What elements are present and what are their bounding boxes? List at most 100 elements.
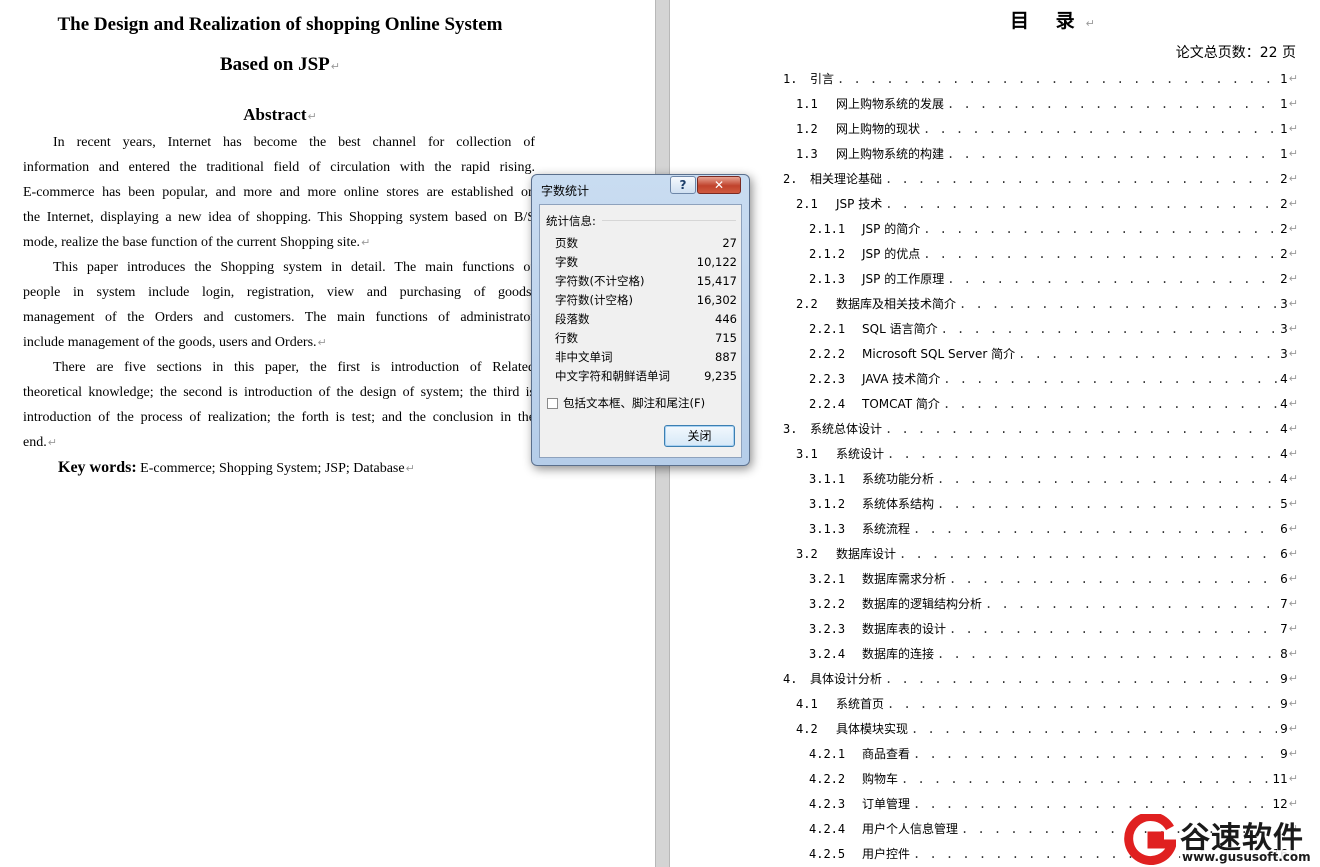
toc-entry[interactable]: 3.2.4数据库的连接8↵ [670, 641, 1298, 666]
toc-entry[interactable]: 4.2.1商品查看9↵ [670, 741, 1298, 766]
toc-entry[interactable]: 2.2.1SQL 语言简介3↵ [670, 316, 1298, 341]
stat-value: 887 [715, 349, 737, 364]
toc-leader-dots [949, 622, 1277, 636]
toc-entry-text: 用户控件 [862, 847, 911, 861]
toc-entry[interactable]: 1.2网上购物的现状1↵ [670, 116, 1298, 141]
toc-entry[interactable]: 1.引言1↵ [670, 66, 1298, 91]
toc-entry-page: 9 [1280, 721, 1288, 736]
stat-label: 段落数 [555, 311, 590, 326]
toc-entry-page: 7 [1280, 621, 1288, 636]
toc-entry-number: 2.1 [796, 196, 818, 211]
toc-entry-text: 网上购物系统的构建 [836, 147, 945, 161]
abstract-line: the Internet, displaying a new idea of s… [23, 210, 535, 225]
abstract-line: people in system include login, registra… [23, 285, 535, 300]
toc-entry[interactable]: 1.3网上购物系统的构建1↵ [670, 141, 1298, 166]
toc-entry[interactable]: 2.1.3JSP 的工作原理2↵ [670, 266, 1298, 291]
toc-entry-page: 11 [1272, 771, 1288, 786]
paper-title-line1: The Design and Realization of shopping O… [57, 14, 503, 35]
toc-leader-dots [923, 222, 1277, 236]
toc-entry[interactable]: 3.1.2系统体系结构5↵ [670, 491, 1298, 516]
toc-entry-text: 数据库需求分析 [862, 572, 947, 586]
toc-entry[interactable]: 2.相关理论基础2↵ [670, 166, 1298, 191]
include-textboxes-option[interactable]: 包括文本框、脚注和尾注(F) [547, 395, 705, 411]
toc-entry-page: 12 [1272, 796, 1288, 811]
stat-label: 页数 [555, 235, 578, 250]
toc-entry-page: 9 [1280, 671, 1288, 686]
abstract-line: In recent years, Internet has become the… [53, 135, 535, 150]
toc-leader-dots [899, 547, 1277, 561]
toc-entry-text: 数据库表的设计 [862, 622, 947, 636]
toc-leader-dots [887, 447, 1277, 461]
toc-entry[interactable]: 3.2数据库设计6↵ [670, 541, 1298, 566]
toc-leader-dots [937, 497, 1277, 511]
stat-label: 字符数(不计空格) [555, 273, 645, 288]
toc-entry-text: JSP 的工作原理 [862, 272, 945, 286]
toc-entry[interactable]: 2.2.2Microsoft SQL Server 简介3↵ [670, 341, 1298, 366]
include-textboxes-checkbox[interactable] [547, 397, 558, 409]
toc-entry-page: 6 [1280, 571, 1288, 586]
toc-entry[interactable]: 2.2.4TOMCAT 简介4↵ [670, 391, 1298, 416]
toc-entry[interactable]: 2.1JSP 技术2↵ [670, 191, 1298, 216]
toc-entry[interactable]: 4.2.2购物车11↵ [670, 766, 1298, 791]
toc-leader-dots [887, 697, 1277, 711]
word-count-dialog: 字数统计 ? ✕ 统计信息: 页数 27 字数 10,122 字符数(不计空格) 15,4… [531, 174, 750, 466]
toc-entry-number: 2. [783, 171, 798, 186]
stat-value: 16,302 [696, 292, 737, 307]
toc-entry[interactable]: 4.具体设计分析9↵ [670, 666, 1298, 691]
toc-entry[interactable]: 3.系统总体设计4↵ [670, 416, 1298, 441]
toc-entry-number: 4. [783, 671, 798, 686]
close-icon[interactable]: ✕ [697, 176, 741, 194]
toc-entry-text: 数据库设计 [836, 547, 897, 561]
paper-title-line2: Based on JSP↵ [219, 54, 341, 75]
toc-entry[interactable]: 3.2.3数据库表的设计7↵ [670, 616, 1298, 641]
toc-entry-text: TOMCAT 简介 [862, 397, 940, 411]
toc-entry-page: 2 [1280, 171, 1288, 186]
toc-entry[interactable]: 3.2.1数据库需求分析6↵ [670, 566, 1298, 591]
toc-entry-number: 4.2 [796, 721, 818, 736]
stat-row: 行数 715 [555, 328, 737, 347]
toc-entry[interactable]: 4.2具体模块实现9↵ [670, 716, 1298, 741]
toc-leader-dots [947, 272, 1277, 286]
toc-entry[interactable]: 3.1.3系统流程6↵ [670, 516, 1298, 541]
toc-entry[interactable]: 2.1.1JSP 的简介2↵ [670, 216, 1298, 241]
toc-entry-text: 订单管理 [862, 797, 911, 811]
toc-entry-text: 系统设计 [836, 447, 885, 461]
toc-entry-text: 系统体系结构 [862, 497, 935, 511]
toc-entry-number: 3.1.1 [809, 471, 846, 486]
toc-entry-text: 引言 [810, 72, 835, 86]
toc-entry[interactable]: 2.2.3JAVA 技术简介4↵ [670, 366, 1298, 391]
document-page-right: 目 录↵ 论文总页数：22 页 1.引言1↵1.1网上购物系统的发展1↵1.2网… [670, 0, 1320, 867]
toc-entry-page: 4 [1280, 421, 1288, 436]
help-button[interactable]: ? [670, 176, 696, 194]
toc-leader-dots [937, 472, 1277, 486]
toc-entry[interactable]: 4.1系统首页9↵ [670, 691, 1298, 716]
toc-entry-number: 3.1 [796, 446, 818, 461]
toc-entry-page: 2 [1280, 271, 1288, 286]
toc-entry[interactable]: 3.1.1系统功能分析4↵ [670, 466, 1298, 491]
abstract-line: end.↵ [23, 435, 57, 450]
toc-entry-number: 4.2.1 [809, 746, 846, 761]
toc-entry-number: 3.1.3 [809, 521, 846, 536]
toc-entry[interactable]: 1.1网上购物系统的发展1↵ [670, 91, 1298, 116]
toc-entry-page: 9 [1280, 746, 1288, 761]
toc-entry-text: 用户个人信息管理 [862, 822, 959, 836]
toc-entry-page: 5 [1280, 496, 1288, 511]
toc-entry-text: JSP 技术 [836, 197, 883, 211]
close-button[interactable]: 关闭 [664, 425, 735, 447]
stat-value: 27 [722, 235, 737, 250]
toc-entry-page: 3 [1280, 296, 1288, 311]
keywords-line: Key words: E-commerce; Shopping System; … [58, 459, 415, 476]
toc-entry[interactable]: 3.2.2数据库的逻辑结构分析7↵ [670, 591, 1298, 616]
toc-leader-dots [885, 197, 1277, 211]
gususoft-watermark: 谷速软件 www.gususoft.com [1122, 812, 1320, 867]
toc-leader-dots [901, 772, 1269, 786]
toc-leader-dots [913, 522, 1277, 536]
toc-entry[interactable]: 3.1系统设计4↵ [670, 441, 1298, 466]
toc-entry-text: 系统流程 [862, 522, 911, 536]
include-textboxes-label[interactable]: 包括文本框、脚注和尾注(F) [563, 395, 705, 411]
toc-entry[interactable]: 2.2数据库及相关技术简介3↵ [670, 291, 1298, 316]
toc-entry[interactable]: 2.1.2JSP 的优点2↵ [670, 241, 1298, 266]
abstract-line: management of the Orders and customers. … [23, 310, 535, 325]
abstract-line: This paper introduces the Shopping syste… [53, 260, 535, 275]
stat-label: 字数 [555, 254, 578, 269]
